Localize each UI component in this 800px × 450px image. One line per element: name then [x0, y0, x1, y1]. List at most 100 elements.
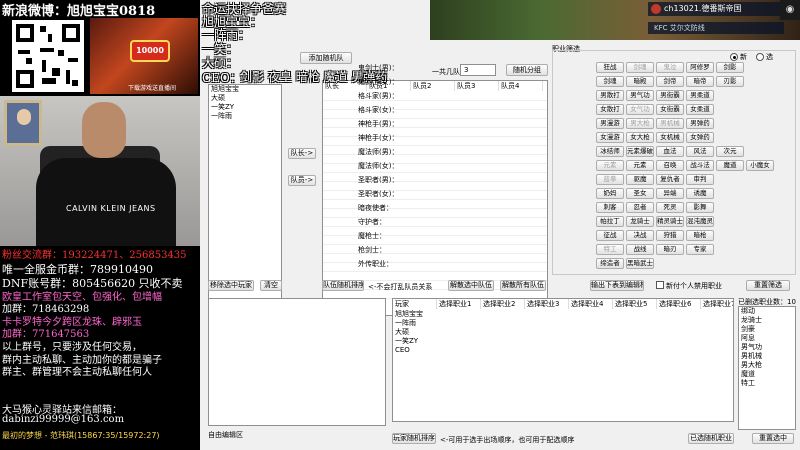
add-random-team-button[interactable]: 添加随机队 [300, 52, 352, 64]
job-button[interactable]: 血法 [656, 146, 684, 157]
job-button[interactable]: 次元 [716, 146, 744, 157]
job-button[interactable]: 黑暗武士 [626, 258, 654, 269]
selected-job-item[interactable]: 男气功 [739, 343, 795, 352]
job-button[interactable]: 男弹药 [686, 118, 714, 129]
disable-personal-jobs-checkbox[interactable] [656, 281, 664, 289]
job-button[interactable]: 女弹药 [686, 132, 714, 143]
job-button[interactable]: 审判 [686, 174, 714, 185]
table-row[interactable]: 一笑ZY [393, 337, 423, 346]
job-button[interactable]: 女大枪 [626, 132, 654, 143]
selected-jobs-listbox[interactable]: 绑动 龙骑士 剑豪 阿息 男气功 男机械 男大枪 魔道 特工 [738, 306, 796, 430]
table-row[interactable]: 大硕 [393, 328, 423, 337]
job-button[interactable]: 决战 [626, 230, 654, 241]
job-button[interactable]: 驱魔 [626, 174, 654, 185]
job-button[interactable]: 剑影 [716, 62, 744, 73]
job-button[interactable]: 男气功 [626, 90, 654, 101]
job-button[interactable]: 风法 [686, 146, 714, 157]
job-button[interactable]: 男大枪 [626, 118, 654, 129]
player-column-header[interactable]: 选择职业4 [569, 299, 613, 309]
selected-job-item[interactable]: 龙骑士 [739, 316, 795, 325]
job-button[interactable]: 暗刃 [656, 244, 684, 255]
job-button[interactable]: 女漫游 [596, 132, 624, 143]
job-button[interactable]: 阿修罗 [686, 62, 714, 73]
job-button[interactable]: 战斗法 [686, 160, 714, 171]
to-captain-button[interactable]: 队长-> [288, 148, 316, 159]
job-button[interactable]: 暗殿 [626, 76, 654, 87]
team-count-input[interactable]: 3 [460, 64, 496, 76]
dissolve-team-button[interactable]: 解散选中队伍 [448, 280, 494, 291]
job-button[interactable]: 刃影 [716, 76, 744, 87]
job-button[interactable]: 专家 [686, 244, 714, 255]
job-button[interactable]: 男漫游 [596, 118, 624, 129]
job-button[interactable]: 小魔女 [746, 160, 774, 171]
job-button[interactable]: 死灵 [656, 202, 684, 213]
selected-job-item[interactable]: 男大枪 [739, 361, 795, 370]
job-button[interactable]: 女街霸 [656, 104, 684, 115]
table-row[interactable]: CEO [393, 346, 423, 355]
dissolve-all-button[interactable]: 解散所有队伍 [500, 280, 546, 291]
job-button[interactable]: 暗枪 [686, 230, 714, 241]
selected-job-item[interactable]: 特工 [739, 379, 795, 388]
player-list-item[interactable]: 一阵雨 [209, 112, 281, 121]
player-list-item[interactable]: 大硕 [209, 94, 281, 103]
job-button[interactable]: 女散打 [596, 104, 624, 115]
free-edit-area[interactable] [208, 298, 386, 426]
player-column-header[interactable]: 选择职业6 [657, 299, 701, 309]
random-group-button[interactable]: 随机分组 [506, 64, 548, 76]
game-hud-icon[interactable]: ◉ [780, 0, 800, 20]
team-column-header[interactable]: 队员2 [411, 81, 455, 91]
job-button[interactable]: 缔造者 [596, 258, 624, 269]
job-button[interactable]: 男机械 [656, 118, 684, 129]
job-button[interactable]: 剑魂 [596, 76, 624, 87]
job-button[interactable]: 狩猎 [656, 230, 684, 241]
job-button[interactable]: 女气功 [626, 104, 654, 115]
job-button[interactable]: 鬼泣 [656, 62, 684, 73]
player-column-header[interactable]: 选择职业5 [613, 299, 657, 309]
job-button[interactable]: 元素 [596, 160, 624, 171]
job-button[interactable]: 狂战 [596, 62, 624, 73]
job-button[interactable]: 男街霸 [656, 90, 684, 101]
selected-job-item[interactable]: 阿息 [739, 334, 795, 343]
job-button[interactable]: 复仇者 [656, 174, 684, 185]
job-button[interactable]: 冰结师 [596, 146, 624, 157]
job-button[interactable]: 女柔道 [686, 104, 714, 115]
job-button[interactable]: 男柔道 [686, 90, 714, 101]
radio-old[interactable] [756, 53, 764, 61]
player-column-header[interactable]: 选择职业7 [701, 299, 733, 309]
job-button[interactable]: 帕拉丁 [596, 216, 624, 227]
selected-job-item[interactable]: 男机械 [739, 352, 795, 361]
job-button[interactable]: 剑帝 [656, 76, 684, 87]
to-member-button[interactable]: 队员-> [288, 175, 316, 186]
player-column-header[interactable]: 选择职业2 [481, 299, 525, 309]
selected-job-item[interactable]: 绑动 [739, 307, 795, 316]
output-to-editbox-button[interactable]: 输出下表到编辑框 [590, 280, 644, 291]
player-column-header[interactable]: 选择职业3 [525, 299, 569, 309]
job-button[interactable]: 诱魔 [686, 188, 714, 199]
selected-job-item[interactable]: 剑豪 [739, 325, 795, 334]
job-button[interactable]: 混沌魔灵 [686, 216, 714, 227]
job-button[interactable]: 刺客 [596, 202, 624, 213]
job-button[interactable]: 圣女 [626, 188, 654, 199]
team-random-sort-button[interactable]: 队伍随机排序 [322, 280, 364, 291]
job-button[interactable]: 龙骑士 [626, 216, 654, 227]
table-row[interactable]: 旭旭宝宝 [393, 310, 423, 319]
job-button[interactable]: 精灵骑士 [656, 216, 684, 227]
job-button[interactable]: 蓝拳 [596, 174, 624, 185]
reset-selection-button[interactable]: 重置选中 [752, 433, 794, 444]
job-button[interactable]: 召唤 [656, 160, 684, 171]
team-column-header[interactable]: 队员4 [499, 81, 543, 91]
job-button[interactable]: 元素爆破 [626, 146, 654, 157]
job-button[interactable]: 暗帝 [686, 76, 714, 87]
player-list-item[interactable]: 旭旭宝宝 [209, 85, 281, 94]
selected-job-item[interactable]: 魔道 [739, 370, 795, 379]
player-list-item[interactable]: 一笑ZY [209, 103, 281, 112]
job-button[interactable]: 魔道 [716, 160, 744, 171]
job-button[interactable]: 特工 [596, 244, 624, 255]
player-job-table[interactable]: 玩家 选择职业1 选择职业2 选择职业3 选择职业4 选择职业5 选择职业6 选择职业7 旭旭… [392, 298, 734, 422]
job-button[interactable]: 异端 [656, 188, 684, 199]
job-button[interactable]: 奶妈 [596, 188, 624, 199]
selected-random-job-button[interactable]: 已选随机职业 [688, 433, 734, 444]
remove-selected-player-button[interactable]: 移除选中玩家 [208, 280, 254, 291]
job-button[interactable]: 剑魂 [626, 62, 654, 73]
table-row[interactable]: 一阵雨 [393, 319, 423, 328]
